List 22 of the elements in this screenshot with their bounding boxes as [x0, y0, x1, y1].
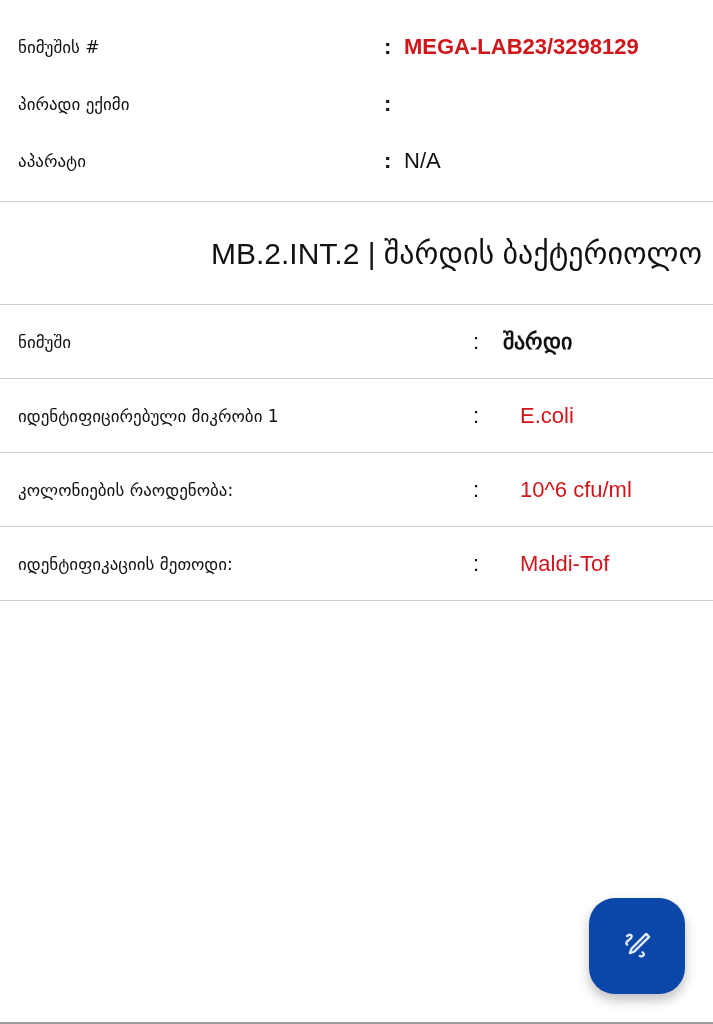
separator: :	[473, 402, 481, 429]
field-label: პირადი ექიმი	[18, 93, 131, 114]
field-value: MEGA-LAB23/3298129	[404, 33, 640, 60]
separator: :	[384, 33, 393, 60]
separator: :	[384, 147, 393, 174]
test-title: MB.2.INT.2 | შარდის ბაქტერიოლო	[211, 235, 703, 271]
result-value: Maldi-Tof	[520, 550, 611, 577]
field-label: აპარატი	[18, 150, 87, 171]
separator: :	[473, 328, 481, 355]
result-value: 10^6 cfu/ml	[520, 476, 633, 503]
field-label: ნიმუშის #	[18, 36, 101, 57]
separator: :	[473, 550, 481, 577]
separator: :	[384, 90, 393, 117]
result-label: იდენტიფიცირებული მიკრობი 1	[18, 405, 280, 426]
result-label: კოლონიების რაოდენობა:	[18, 479, 235, 500]
result-label: ნიმუში	[18, 331, 73, 352]
result-label: იდენტიფიკაციის მეთოდი:	[18, 553, 234, 574]
separator: :	[473, 476, 481, 503]
edit-button[interactable]	[589, 898, 685, 994]
result-value: შარდი	[503, 328, 573, 355]
field-value: N/A	[404, 147, 442, 174]
result-value: E.coli	[520, 402, 575, 429]
